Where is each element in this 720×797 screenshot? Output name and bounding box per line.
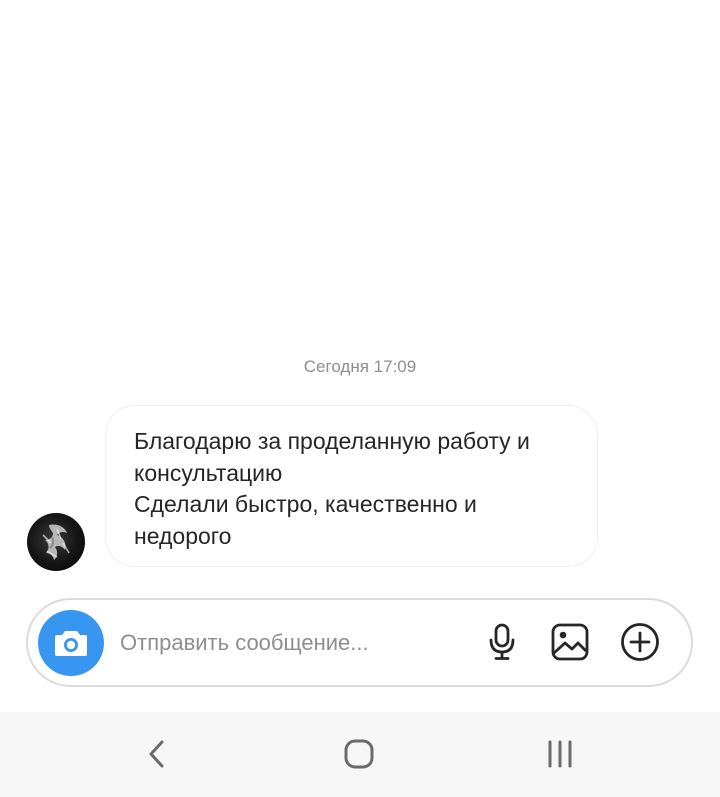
gallery-icon [551,623,589,661]
recents-button[interactable] [536,730,584,778]
plus-circle-icon [621,623,659,661]
message-text: Благодарю за проделанную работу и консул… [134,428,530,549]
chat-screen: Сегодня 17:09 Благодарю за проделанную р… [0,0,720,797]
message-input[interactable]: Отправить сообщение... [120,600,369,685]
more-options-button[interactable] [620,622,660,662]
avatar-image [42,524,70,560]
home-icon [344,739,374,769]
camera-icon [55,631,87,656]
gallery-button[interactable] [550,622,590,662]
camera-button[interactable] [38,610,104,676]
voice-message-button[interactable] [482,622,522,662]
system-navigation-bar [0,712,720,797]
message-composer[interactable]: Отправить сообщение... [26,598,693,687]
home-button[interactable] [335,730,383,778]
recents-icon [548,740,572,768]
microphone-icon [489,623,515,660]
sender-avatar[interactable] [27,513,85,571]
back-icon [149,740,164,768]
message-timestamp: Сегодня 17:09 [303,357,417,376]
back-button[interactable] [134,730,182,778]
message-bubble[interactable]: Благодарю за проделанную работу и консул… [105,405,598,567]
